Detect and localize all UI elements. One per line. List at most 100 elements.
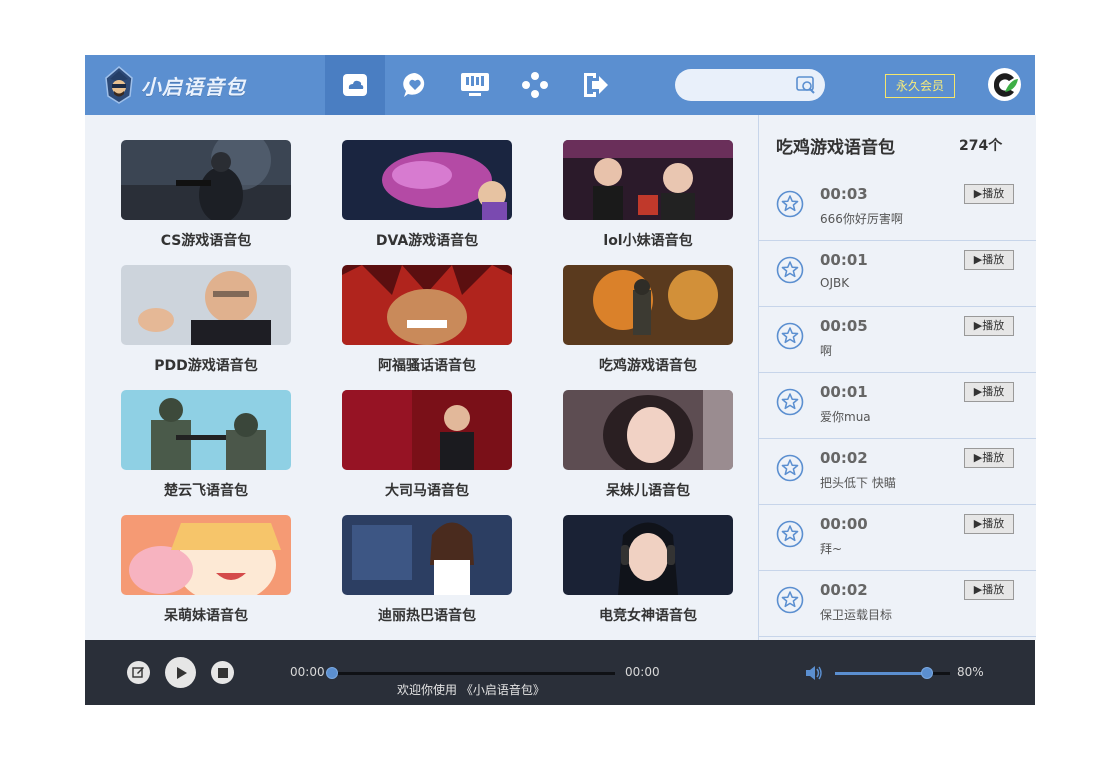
stop-icon [217,667,228,678]
app-name: 小启语音包 [141,74,246,99]
edit-icon [132,667,144,678]
track-row[interactable]: 00:01 爱你mua ▶播放 [759,372,1036,439]
pack-card[interactable]: 楚云飞语音包 [121,390,291,500]
pack-label: 楚云飞语音包 [164,483,248,499]
pack-card[interactable]: 呆妹儿语音包 [563,390,733,500]
pack-card[interactable]: 阿福骚话语音包 [342,265,512,375]
track-duration: 00:02 [820,581,868,599]
pack-card[interactable]: lol小妹语音包 [563,140,733,250]
progress-bar[interactable] [332,672,615,675]
star-icon[interactable] [776,256,804,284]
volume-percent: 80% [957,665,984,679]
track-row[interactable]: 00:00 拜~ ▶播放 [759,504,1036,571]
exit-icon [584,73,608,97]
search-icon[interactable] [796,76,816,94]
progress-knob[interactable] [326,667,338,679]
pack-thumbnail[interactable] [563,390,733,470]
shuffle-button[interactable] [127,661,150,684]
track-row[interactable]: 00:01 OJBK ▶播放 [759,240,1036,307]
pack-thumbnail[interactable] [342,140,512,220]
logo-icon [105,66,133,104]
play-button[interactable]: ▶播放 [964,184,1014,204]
pack-card[interactable]: PDD游戏语音包 [121,265,291,375]
pack-thumbnail[interactable] [342,265,512,345]
track-row[interactable]: 00:02 保卫运载目标 ▶播放 [759,570,1036,637]
pack-card[interactable]: DVA游戏语音包 [342,140,512,250]
pack-label: CS游戏语音包 [160,233,252,249]
play-button[interactable]: ▶播放 [964,382,1014,402]
track-name: 666你好厉害啊 [820,212,903,226]
avatar[interactable] [988,68,1021,101]
pack-thumbnail[interactable] [121,515,291,595]
pack-thumbnail[interactable] [563,515,733,595]
avatar-logo-icon [988,68,1021,101]
track-name: 爱你mua [820,410,871,424]
track-row[interactable]: 00:05 啊 ▶播放 [759,306,1036,373]
current-time: 00:00 [290,665,325,679]
stop-button[interactable] [211,661,234,684]
volume-icon[interactable] [805,665,823,681]
pack-thumbnail[interactable] [563,265,733,345]
track-row[interactable]: 00:03 666你好厉害啊 ▶播放 [759,174,1036,241]
star-icon[interactable] [776,520,804,548]
search-input[interactable] [675,69,825,101]
pack-label: 电竞女神语音包 [599,608,697,624]
play-button[interactable]: ▶播放 [964,580,1014,600]
track-duration: 00:03 [820,185,868,203]
logo: 小启语音包 [103,65,246,105]
pack-label: DVA游戏语音包 [375,233,479,249]
play-pause-button[interactable] [165,657,196,688]
device-icon [461,73,489,96]
total-time: 00:00 [625,665,660,679]
star-icon[interactable] [776,388,804,416]
star-icon[interactable] [776,322,804,350]
status-text: 欢迎你使用 《小启语音包》 [397,683,545,697]
pack-thumbnail[interactable] [121,390,291,470]
pack-label: 大司马语音包 [385,483,469,499]
player-bar: 00:00 00:00 欢迎你使用 《小启语音包》 80% [85,640,1035,705]
play-button[interactable]: ▶播放 [964,448,1014,468]
nav-exit[interactable] [565,55,625,115]
star-icon[interactable] [776,586,804,614]
pack-thumbnail[interactable] [121,265,291,345]
play-button[interactable]: ▶播放 [964,316,1014,336]
volume-fill [835,672,927,675]
pack-grid: CS游戏语音包 DVA游戏语音包 lol小妹语音包 PDD游戏语音包 阿福骚话语… [85,115,757,640]
pack-thumbnail[interactable] [563,140,733,220]
nav-device[interactable] [445,55,505,115]
gamepad-icon [522,72,548,98]
play-button[interactable]: ▶播放 [964,250,1014,270]
nav-favorites[interactable] [385,55,445,115]
pack-thumbnail[interactable] [342,515,512,595]
pack-label: 呆妹儿语音包 [606,483,690,499]
star-icon[interactable] [776,454,804,482]
pack-label: lol小妹语音包 [603,233,693,249]
track-duration: 00:05 [820,317,868,335]
nav-gamepad[interactable] [505,55,565,115]
pack-label: 呆萌妹语音包 [164,608,248,624]
pack-label: 阿福骚话语音包 [378,358,476,374]
play-icon [176,666,187,679]
pack-card[interactable]: 电竞女神语音包 [563,515,733,625]
pack-card[interactable]: CS游戏语音包 [121,140,291,250]
pack-card[interactable]: 迪丽热巴语音包 [342,515,512,625]
pack-thumbnail[interactable] [342,390,512,470]
pack-label: PDD游戏语音包 [154,358,258,374]
track-name: 拜~ [820,542,843,556]
app-window: 小启语音包 永久会员 CS游戏语音包 DVA游戏语音包 lol小妹语音包 PDD… [85,55,1036,705]
pack-thumbnail[interactable] [121,140,291,220]
nav-cloud[interactable] [325,55,385,115]
vip-badge[interactable]: 永久会员 [885,74,955,98]
play-button[interactable]: ▶播放 [964,514,1014,534]
pack-label: 迪丽热巴语音包 [378,608,476,624]
pack-card[interactable]: 大司马语音包 [342,390,512,500]
pack-card[interactable]: 吃鸡游戏语音包 [563,265,733,375]
track-row[interactable]: 00:02 把头低下 快瞄 ▶播放 [759,438,1036,505]
track-name: OJBK [820,276,850,290]
main-nav [325,55,625,115]
pack-card[interactable]: 呆萌妹语音包 [121,515,291,625]
panel-title: 吃鸡游戏语音包 [776,138,895,158]
star-icon[interactable] [776,190,804,218]
track-duration: 00:00 [820,515,868,533]
volume-knob[interactable] [921,667,933,679]
